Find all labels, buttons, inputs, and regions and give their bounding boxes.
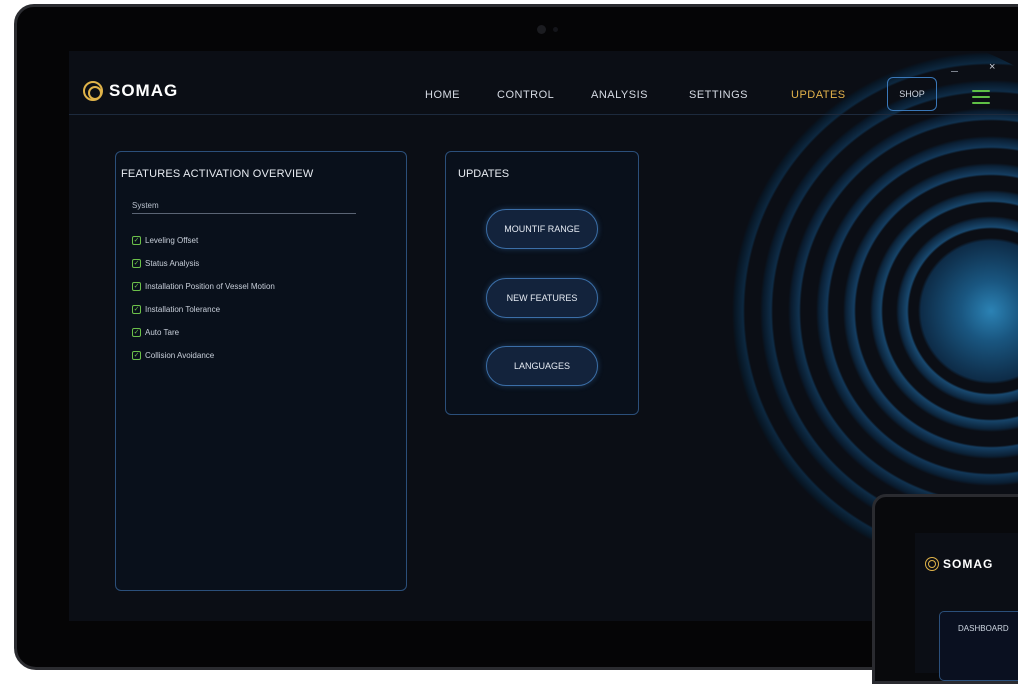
feature-label: Auto Tare bbox=[145, 328, 180, 337]
feature-item[interactable]: ✓ Leveling Offset bbox=[132, 229, 275, 252]
features-panel-subtitle: System bbox=[132, 201, 159, 210]
feature-label: Installation Tolerance bbox=[145, 305, 221, 314]
brand-logo[interactable]: SOMAG bbox=[83, 81, 178, 101]
hamburger-menu-icon[interactable] bbox=[972, 90, 990, 104]
feature-label: Collision Avoidance bbox=[145, 351, 215, 360]
close-icon[interactable]: × bbox=[989, 61, 995, 73]
feature-label: Installation Position of Vessel Motion bbox=[145, 282, 275, 291]
feature-list: ✓ Leveling Offset ✓ Status Analysis ✓ Insta… bbox=[132, 229, 275, 367]
check-icon: ✓ bbox=[132, 282, 141, 291]
minimize-icon[interactable] bbox=[951, 71, 958, 72]
updates-panel: UPDATES MOUNTIF RANGE NEW FEATURES LANGU… bbox=[445, 151, 639, 415]
secondary-device: SOMAG DASHBOARD bbox=[872, 494, 1018, 684]
update-button-languages[interactable]: LANGUAGES bbox=[486, 346, 598, 386]
feature-item[interactable]: ✓ Auto Tare bbox=[132, 321, 275, 344]
nav-item-analysis[interactable]: ANALYSIS bbox=[591, 89, 648, 101]
feature-label: Leveling Offset bbox=[145, 236, 199, 245]
feature-label: Status Analysis bbox=[145, 259, 200, 268]
shop-button-label: SHOP bbox=[899, 89, 925, 99]
nav-item-home[interactable]: HOME bbox=[425, 89, 460, 101]
brand-name: SOMAG bbox=[109, 81, 179, 100]
check-icon: ✓ bbox=[132, 351, 141, 360]
secondary-dashboard-tab[interactable]: DASHBOARD bbox=[939, 611, 1018, 681]
nav-item-settings[interactable]: SETTINGS bbox=[689, 89, 748, 101]
feature-item[interactable]: ✓ Status Analysis bbox=[132, 252, 275, 275]
updates-panel-title: UPDATES bbox=[458, 168, 510, 180]
shop-button[interactable]: SHOP bbox=[887, 77, 937, 111]
update-button-range[interactable]: MOUNTIF RANGE bbox=[486, 209, 598, 249]
check-icon: ✓ bbox=[132, 236, 141, 245]
feature-item[interactable]: ✓ Collision Avoidance bbox=[132, 344, 275, 367]
check-icon: ✓ bbox=[132, 259, 141, 268]
features-activation-panel: FEATURES ACTIVATION OVERVIEW System ✓ Lev… bbox=[115, 151, 407, 591]
check-icon: ✓ bbox=[132, 328, 141, 337]
somag-logo-icon bbox=[83, 81, 103, 101]
secondary-brand-name: SOMAG bbox=[943, 557, 994, 571]
features-panel-title: FEATURES ACTIVATION OVERVIEW bbox=[121, 168, 314, 180]
check-icon: ✓ bbox=[132, 305, 141, 314]
nav-item-updates[interactable]: UPDATES bbox=[791, 89, 846, 101]
nav-item-control[interactable]: CONTROL bbox=[497, 89, 554, 101]
camera-icon bbox=[537, 25, 567, 35]
feature-item[interactable]: ✓ Installation Tolerance bbox=[132, 298, 275, 321]
update-button-features[interactable]: NEW FEATURES bbox=[486, 278, 598, 318]
top-navbar: SOMAG HOME CONTROL ANALYSIS SETTINGS UPD… bbox=[69, 57, 1018, 115]
tablet-device: SOMAG HOME CONTROL ANALYSIS SETTINGS UPD… bbox=[14, 4, 1018, 670]
secondary-brand-logo: SOMAG bbox=[925, 557, 993, 571]
somag-logo-icon bbox=[925, 557, 939, 571]
divider bbox=[132, 213, 356, 214]
feature-item[interactable]: ✓ Installation Position of Vessel Motion bbox=[132, 275, 275, 298]
